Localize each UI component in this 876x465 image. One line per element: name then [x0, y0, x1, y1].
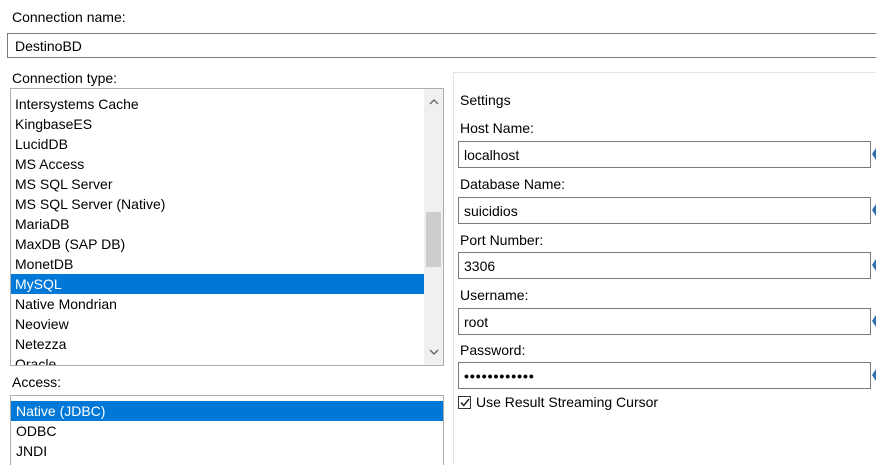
list-item[interactable]: Native Mondrian	[11, 294, 424, 314]
list-item[interactable]: Oracle	[11, 354, 424, 365]
connection-type-label: Connection type:	[12, 70, 118, 86]
username-input[interactable]: root	[458, 308, 871, 335]
chevron-down-icon[interactable]	[424, 344, 443, 361]
access-label: Access:	[12, 374, 62, 390]
list-item[interactable]: MonetDB	[11, 254, 424, 274]
password-mask: ••••••••••••	[464, 368, 535, 384]
list-item[interactable]: MS SQL Server (Native)	[11, 194, 424, 214]
diamond-icon[interactable]	[871, 203, 876, 217]
password-label: Password:	[460, 342, 526, 358]
list-item[interactable]: Intersystems Cache	[11, 94, 424, 114]
list-item[interactable]: MariaDB	[11, 214, 424, 234]
port-number-input[interactable]: 3306	[458, 252, 871, 279]
host-name-input[interactable]: localhost	[458, 141, 871, 168]
chevron-up-icon[interactable]	[424, 93, 443, 110]
list-item[interactable]: KingbaseES	[11, 114, 424, 134]
streaming-cursor-checkbox[interactable]	[458, 395, 471, 409]
list-item[interactable]: Netezza	[11, 334, 424, 354]
diamond-icon[interactable]	[871, 368, 876, 382]
username-label: Username:	[460, 287, 529, 303]
list-item[interactable]: MaxDB (SAP DB)	[11, 234, 424, 254]
list-item[interactable]: JNDI	[11, 441, 443, 461]
list-item[interactable]: MS Access	[11, 154, 424, 174]
scrollbar-thumb[interactable]	[426, 212, 441, 267]
host-name-label: Host Name:	[460, 120, 534, 136]
connection-name-label: Connection name:	[12, 9, 126, 25]
database-name-label: Database Name:	[460, 176, 566, 192]
vertical-scrollbar[interactable]	[424, 89, 443, 365]
list-item[interactable]: LucidDB	[11, 134, 424, 154]
database-name-input[interactable]: suicidios	[458, 197, 871, 224]
settings-panel: Settings Host Name: localhost Database N…	[453, 72, 876, 465]
connection-type-list[interactable]: Intersystems Cache KingbaseES LucidDB MS…	[10, 88, 444, 366]
streaming-cursor-option[interactable]: Use Result Streaming Cursor	[458, 393, 658, 411]
access-list[interactable]: Native (JDBC) ODBC JNDI	[10, 395, 444, 465]
list-item-selected[interactable]: MySQL	[11, 274, 424, 294]
streaming-cursor-label: Use Result Streaming Cursor	[476, 394, 659, 410]
port-number-label: Port Number:	[460, 232, 544, 248]
connection-name-input[interactable]: DestinoBD	[7, 33, 876, 58]
diamond-icon[interactable]	[871, 314, 876, 328]
list-item[interactable]: MS SQL Server	[11, 174, 424, 194]
password-input[interactable]: ••••••••••••	[458, 362, 871, 389]
list-item[interactable]: ODBC	[11, 421, 443, 441]
list-item[interactable]: Neoview	[11, 314, 424, 334]
checkmark-icon	[459, 398, 470, 407]
list-item-selected[interactable]: Native (JDBC)	[11, 401, 443, 421]
diamond-icon[interactable]	[871, 147, 876, 161]
diamond-icon[interactable]	[871, 258, 876, 272]
settings-title: Settings	[460, 92, 511, 108]
